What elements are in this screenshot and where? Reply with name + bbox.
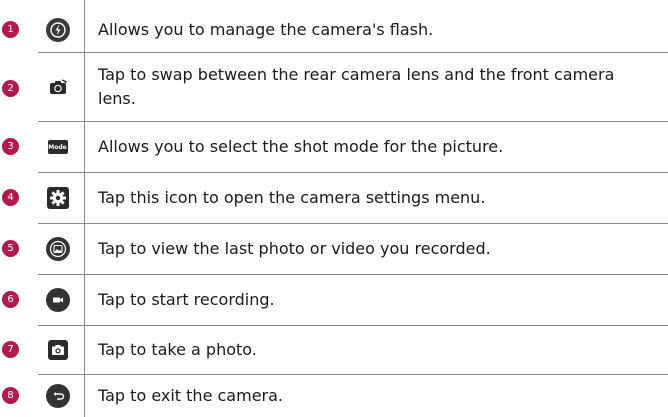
row-number-badge: 7 bbox=[2, 341, 19, 358]
row-description: Tap to view the last photo or video you … bbox=[98, 239, 491, 258]
table-row: 5 Tap to view the last photo or video yo… bbox=[0, 224, 668, 274]
swap-camera-icon bbox=[40, 53, 75, 121]
row-description: Tap this icon to open the camera setting… bbox=[98, 188, 486, 207]
table-row: 7 Tap to take a photo. bbox=[0, 326, 668, 374]
settings-gear-icon bbox=[40, 173, 75, 223]
row-description: Tap to take a photo. bbox=[98, 340, 257, 359]
row-description: Tap to exit the camera. bbox=[98, 386, 283, 405]
table-row: 6 Tap to start recording. bbox=[0, 275, 668, 325]
capture-photo-icon bbox=[40, 326, 75, 374]
back-exit-icon bbox=[40, 375, 75, 417]
mode-icon-label: Mode bbox=[48, 143, 67, 151]
table-row: 3 Mode Allows you to select the shot mod… bbox=[0, 122, 668, 172]
table-row: 4 Tap this icon to open the camera setti… bbox=[0, 173, 668, 223]
record-video-icon bbox=[40, 275, 75, 325]
gallery-icon bbox=[40, 224, 75, 274]
row-number-badge: 3 bbox=[2, 138, 19, 155]
flash-icon bbox=[40, 8, 75, 52]
table-row: 1 Allows you to manage the camera's flas… bbox=[0, 8, 668, 52]
row-number-badge: 8 bbox=[2, 387, 19, 404]
row-number-badge: 1 bbox=[2, 21, 19, 38]
row-number-badge: 5 bbox=[2, 240, 19, 257]
mode-icon: Mode bbox=[40, 122, 75, 172]
table-row: 8 Tap to exit the camera. bbox=[0, 375, 668, 417]
row-description: Allows you to select the shot mode for t… bbox=[98, 137, 504, 156]
row-description: Tap to start recording. bbox=[98, 290, 275, 309]
row-number-badge: 2 bbox=[2, 80, 19, 97]
row-description: Allows you to manage the camera's flash. bbox=[98, 20, 434, 39]
row-number-badge: 6 bbox=[2, 291, 19, 308]
row-number-badge: 4 bbox=[2, 189, 19, 206]
row-description: Tap to swap between the rear camera lens… bbox=[98, 65, 615, 108]
table-row: 2 Tap to swap between the rear camera le… bbox=[0, 53, 668, 121]
camera-controls-table: 1 Allows you to manage the camera's flas… bbox=[0, 0, 668, 417]
